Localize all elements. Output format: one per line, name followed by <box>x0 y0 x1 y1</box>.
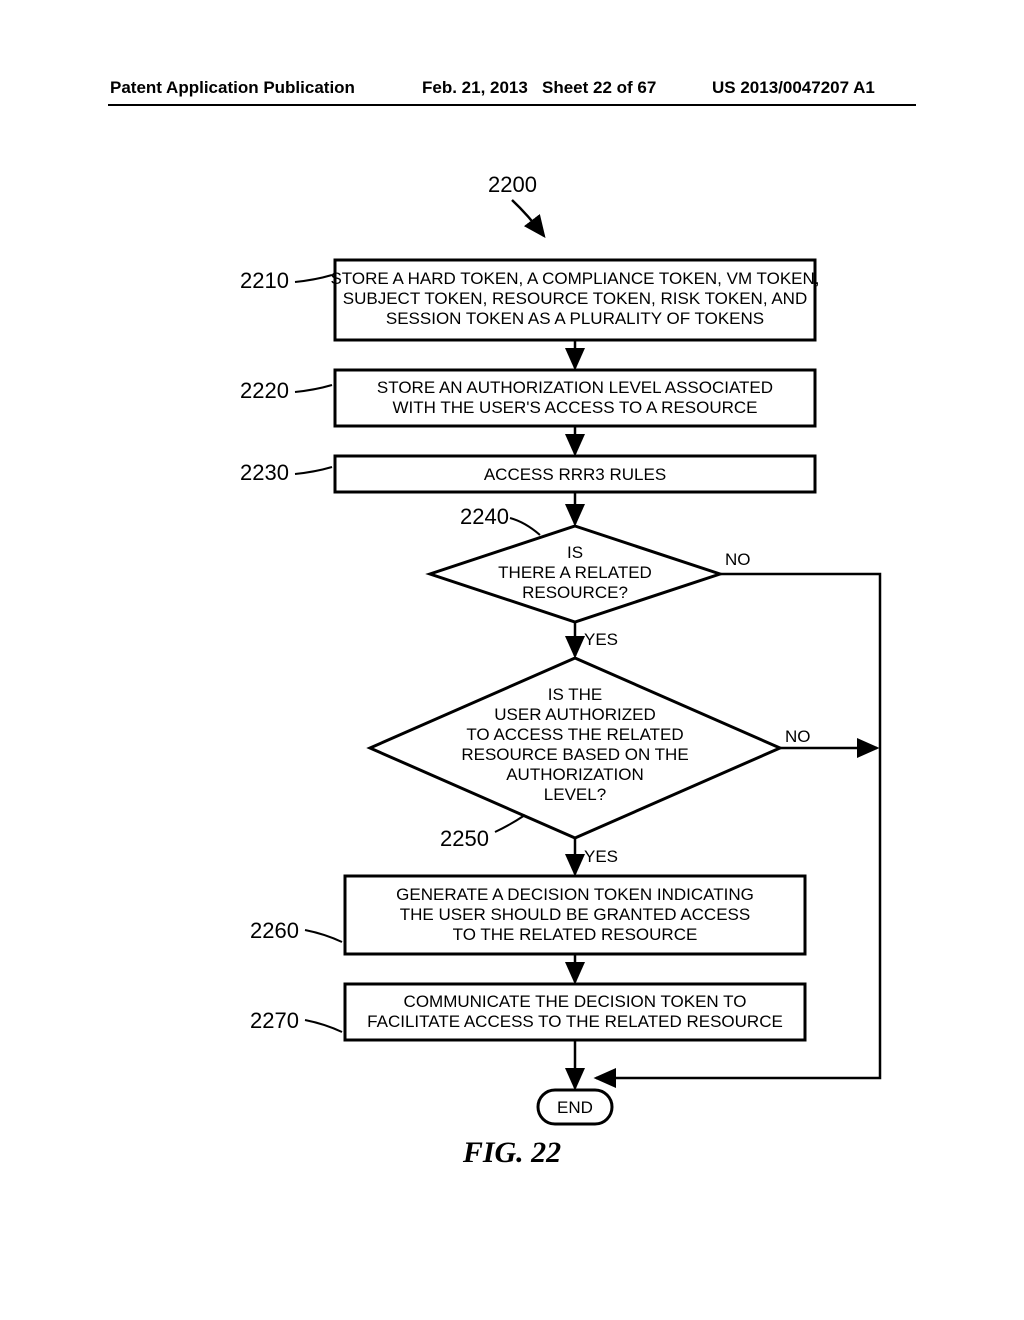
ref-2230-leader <box>295 467 332 474</box>
yes-label-2250: YES <box>584 847 618 866</box>
box-2260-line3: TO THE RELATED RESOURCE <box>453 925 698 944</box>
box-2230-line1: ACCESS RRR3 RULES <box>484 465 666 484</box>
box-2260-line2: THE USER SHOULD BE GRANTED ACCESS <box>400 905 750 924</box>
diamond-2250-line1: IS THE <box>548 685 602 704</box>
ref-2250: 2250 <box>440 826 489 851</box>
ref-2210: 2210 <box>240 268 289 293</box>
diamond-2250-line3: TO ACCESS THE RELATED <box>466 725 683 744</box>
ref-2240: 2240 <box>460 504 509 529</box>
box-2210-line1: STORE A HARD TOKEN, A COMPLIANCE TOKEN, … <box>330 269 819 288</box>
page: Patent Application Publication Feb. 21, … <box>0 0 1024 1320</box>
flowchart: 2200 STORE A HARD TOKEN, A COMPLIANCE TO… <box>0 0 1024 1320</box>
box-2260-line1: GENERATE A DECISION TOKEN INDICATING <box>396 885 754 904</box>
diamond-2240-line1: IS <box>567 543 583 562</box>
box-2270-line1: COMMUNICATE THE DECISION TOKEN TO <box>404 992 747 1011</box>
ref-2260: 2260 <box>250 918 299 943</box>
diamond-2240-line2: THERE A RELATED <box>498 563 652 582</box>
yes-label-2240: YES <box>584 630 618 649</box>
no-label-2240: NO <box>725 550 751 569</box>
ref-2270-leader <box>305 1020 342 1032</box>
no-label-2250: NO <box>785 727 811 746</box>
diamond-2250-line6: LEVEL? <box>544 785 606 804</box>
ref-2200: 2200 <box>488 172 537 197</box>
diamond-2250-line2: USER AUTHORIZED <box>494 705 656 724</box>
ref-2250-leader <box>495 815 525 832</box>
ref-2230: 2230 <box>240 460 289 485</box>
ref-2260-leader <box>305 930 342 942</box>
ref-2200-leader <box>512 200 544 236</box>
diamond-2250-line5: AUTHORIZATION <box>506 765 644 784</box>
diamond-2240-line3: RESOURCE? <box>522 583 628 602</box>
ref-2270: 2270 <box>250 1008 299 1033</box>
figure-caption: FIG. 22 <box>0 1136 1024 1170</box>
ref-2220: 2220 <box>240 378 289 403</box>
box-2210-line2: SUBJECT TOKEN, RESOURCE TOKEN, RISK TOKE… <box>343 289 807 308</box>
diamond-2250-line4: RESOURCE BASED ON THE <box>461 745 688 764</box>
box-2210-line3: SESSION TOKEN AS A PLURALITY OF TOKENS <box>386 309 764 328</box>
end-label: END <box>557 1098 593 1117</box>
box-2270-line2: FACILITATE ACCESS TO THE RELATED RESOURC… <box>367 1012 783 1031</box>
ref-2220-leader <box>295 385 332 392</box>
box-2220-line2: WITH THE USER'S ACCESS TO A RESOURCE <box>392 398 757 417</box>
ref-2240-leader <box>510 518 540 535</box>
ref-2210-leader <box>295 275 332 282</box>
box-2220-line1: STORE AN AUTHORIZATION LEVEL ASSOCIATED <box>377 378 773 397</box>
